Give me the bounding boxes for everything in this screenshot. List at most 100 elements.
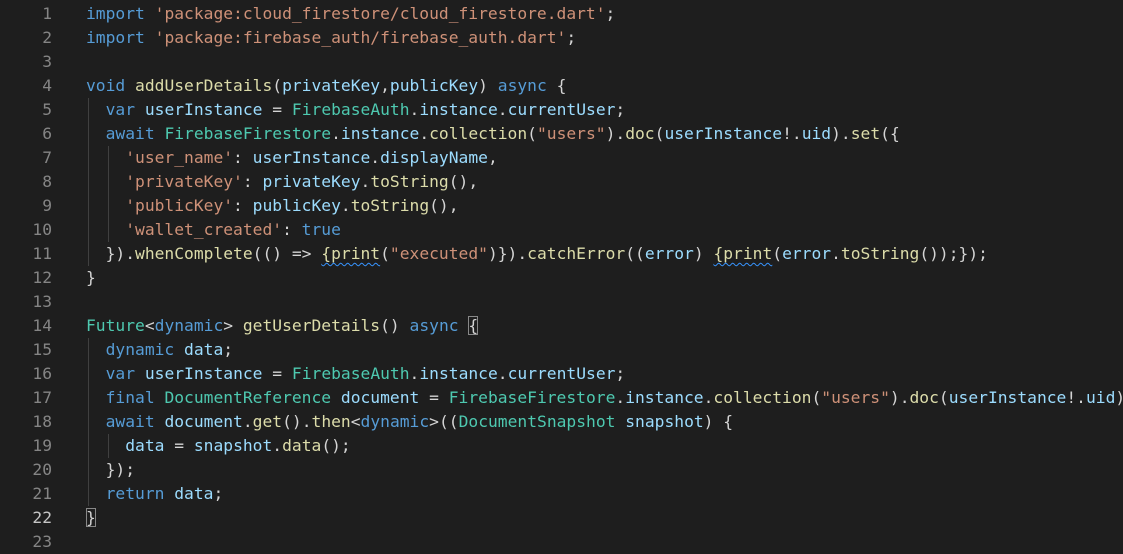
code-token: get [252, 412, 283, 431]
code-token: ); [1115, 388, 1123, 407]
code-token: currentUser [507, 100, 616, 119]
code-line[interactable]: 6 await FirebaseFirestore.instance.colle… [0, 122, 1123, 146]
code-token: . [340, 196, 351, 215]
code-line[interactable]: 5 var userInstance = FirebaseAuth.instan… [0, 98, 1123, 122]
code-token: 'package:cloud_firestore/cloud_firestore… [154, 4, 606, 23]
line-number: 20 [32, 460, 52, 479]
code-token: instance [625, 388, 704, 407]
code-token: data [184, 340, 224, 359]
code-text[interactable]: }).whenComplete(() => {print("executed")… [86, 242, 988, 266]
code-token: doc [909, 388, 939, 407]
code-token: userInstance [948, 388, 1067, 407]
code-line[interactable]: 7 'user_name': userInstance.displayName, [0, 146, 1123, 170]
code-token: userInstance [144, 364, 263, 383]
code-line[interactable]: 16 var userInstance = FirebaseAuth.insta… [0, 362, 1123, 386]
code-text[interactable]: data = snapshot.data(); [86, 434, 351, 458]
code-text[interactable]: var userInstance = FirebaseAuth.instance… [86, 98, 626, 122]
code-text[interactable]: } [86, 506, 96, 530]
code-token: doc [625, 124, 655, 143]
code-line[interactable]: 13 [0, 290, 1123, 314]
code-line[interactable]: 9 'publicKey': publicKey.toString(), [0, 194, 1123, 218]
code-token: snapshot [193, 436, 273, 455]
code-token: privateKey [282, 76, 381, 95]
code-text[interactable]: return data; [86, 482, 224, 506]
code-line[interactable]: 12} [0, 266, 1123, 290]
line-number: 13 [32, 292, 52, 311]
code-token: : [233, 148, 253, 167]
code-token: ( [380, 244, 390, 263]
indent-guide [108, 434, 109, 458]
code-text[interactable]: await FirebaseFirestore.instance.collect… [86, 122, 900, 146]
line-number: 7 [42, 148, 52, 167]
code-token: !. [1066, 388, 1086, 407]
code-line[interactable]: 21 return data; [0, 482, 1123, 506]
code-token: = [262, 364, 292, 383]
code-token: uid [1085, 388, 1116, 407]
line-number: 3 [42, 52, 52, 71]
code-text[interactable]: import 'package:firebase_auth/firebase_a… [86, 26, 576, 50]
code-token: ( [527, 124, 537, 143]
code-text[interactable]: 'wallet_created': true [86, 218, 341, 242]
code-line[interactable]: 17 final DocumentReference document = Fi… [0, 386, 1123, 410]
code-token: . [615, 388, 626, 407]
code-line[interactable]: 22} [0, 506, 1123, 530]
code-token: toString [350, 196, 430, 215]
code-line[interactable]: 3 [0, 50, 1123, 74]
code-line[interactable]: 14 Future<dynamic> getUserDetails() async… [0, 314, 1123, 338]
indent-guide [88, 338, 89, 506]
code-token: import [86, 28, 145, 47]
code-token: document [340, 388, 420, 407]
code-token: ). [831, 124, 851, 143]
code-token: ) [693, 244, 714, 263]
code-text[interactable]: 'publicKey': publicKey.toString(), [86, 194, 458, 218]
code-token: publicKey [389, 76, 479, 95]
code-text[interactable]: import 'package:cloud_firestore/cloud_fi… [86, 2, 615, 26]
code-text[interactable]: var userInstance = FirebaseAuth.instance… [86, 362, 626, 386]
line-number: 15 [32, 340, 52, 359]
code-line[interactable]: 4 void addUserDetails(privateKey,publicKe… [0, 74, 1123, 98]
code-line[interactable]: 23 [0, 530, 1123, 554]
code-token: )}). [487, 244, 528, 263]
code-line[interactable]: 19 data = snapshot.data(); [0, 434, 1123, 458]
line-number: 17 [32, 388, 52, 407]
code-text[interactable]: Future<dynamic> getUserDetails() async { [86, 314, 479, 338]
code-text[interactable]: final DocumentReference document = Fireb… [86, 386, 1123, 410]
code-line[interactable]: 20 }); [0, 458, 1123, 482]
code-line[interactable]: 1 import 'package:cloud_firestore/cloud_f… [0, 2, 1123, 26]
code-text[interactable]: } [86, 266, 96, 290]
code-token: 'privateKey' [125, 172, 243, 191]
code-editor[interactable]: 1 import 'package:cloud_firestore/cloud_f… [0, 0, 1123, 551]
code-text[interactable]: dynamic data; [86, 338, 233, 362]
code-text[interactable]: }); [86, 458, 135, 482]
code-text[interactable]: 'privateKey': privateKey.toString(), [86, 170, 478, 194]
code-token: < [144, 316, 155, 335]
code-token: (() => [252, 244, 322, 263]
code-token: privateKey [262, 172, 361, 191]
code-token: error [782, 244, 832, 263]
code-line[interactable]: 18 await document.get().then<dynamic>((D… [0, 410, 1123, 434]
code-token: void [86, 76, 126, 95]
code-text[interactable]: await document.get().then<dynamic>((Docu… [86, 410, 733, 434]
code-token: . [360, 172, 371, 191]
code-line[interactable]: 2 import 'package:firebase_auth/firebase_… [0, 26, 1123, 50]
code-token: ( [938, 388, 949, 407]
code-line[interactable]: 11 }).whenComplete(() => {print("execute… [0, 242, 1123, 266]
code-token: data [282, 436, 322, 455]
code-token: return [105, 484, 165, 503]
code-token: } [86, 268, 96, 287]
code-token: FirebaseFirestore [164, 124, 332, 143]
line-number: 6 [42, 124, 52, 143]
code-line[interactable]: 10 'wallet_created': true [0, 218, 1123, 242]
code-token: instance [340, 124, 420, 143]
code-text[interactable]: void addUserDetails(privateKey,publicKey… [86, 74, 566, 98]
code-token: getUserDetails [242, 316, 381, 335]
line-number: 8 [42, 172, 52, 191]
code-text[interactable]: 'user_name': userInstance.displayName, [86, 146, 498, 170]
code-line[interactable]: 8 'privateKey': privateKey.toString(), [0, 170, 1123, 194]
code-line[interactable]: 15 dynamic data; [0, 338, 1123, 362]
